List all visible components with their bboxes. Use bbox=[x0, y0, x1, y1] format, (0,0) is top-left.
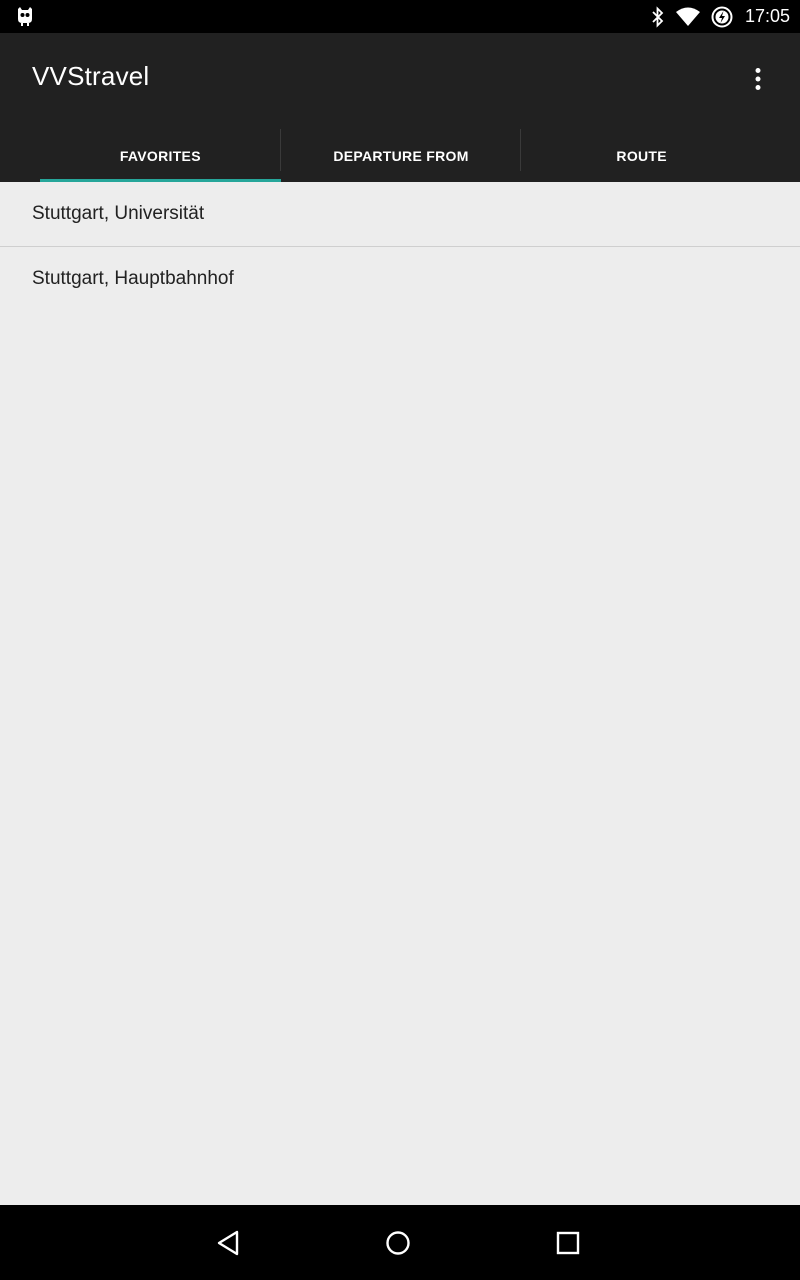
status-time: 17:05 bbox=[744, 6, 790, 26]
tab-departure-from[interactable]: DEPARTURE FROM bbox=[281, 129, 522, 182]
tab-label: FAVORITES bbox=[119, 147, 201, 164]
tab-bar: FAVORITES DEPARTURE FROM ROUTE bbox=[40, 129, 762, 182]
list-item[interactable]: Stuttgart, Universität bbox=[0, 182, 800, 246]
app-title: VVStravel bbox=[32, 61, 150, 91]
battery-charging-icon bbox=[711, 6, 733, 28]
more-options-button[interactable] bbox=[734, 55, 782, 103]
favorite-label: Stuttgart, Universität bbox=[32, 203, 205, 224]
tab-label: DEPARTURE FROM bbox=[333, 147, 469, 164]
back-button[interactable] bbox=[208, 1223, 248, 1263]
home-button[interactable] bbox=[378, 1223, 418, 1263]
cyanogen-bug-icon bbox=[14, 5, 36, 27]
back-icon bbox=[217, 1230, 239, 1256]
bluetooth-icon bbox=[651, 5, 665, 28]
app-bar: VVStravel FAVORITES DEPARTURE FROM ROUTE bbox=[0, 33, 800, 182]
navigation-bar bbox=[0, 1205, 800, 1280]
status-bar: 17:05 bbox=[0, 0, 800, 33]
more-vert-icon bbox=[755, 68, 761, 90]
tab-route[interactable]: ROUTE bbox=[521, 129, 762, 182]
home-icon bbox=[386, 1231, 410, 1255]
tab-label: ROUTE bbox=[616, 147, 667, 164]
recents-icon bbox=[556, 1231, 580, 1255]
screen: 17:05 VVStravel FAVORITES DEPARTURE FROM bbox=[0, 0, 800, 1280]
recents-button[interactable] bbox=[548, 1223, 588, 1263]
list-item[interactable]: Stuttgart, Hauptbahnhof bbox=[0, 247, 800, 311]
favorites-list: Stuttgart, Universität Stuttgart, Hauptb… bbox=[0, 182, 800, 1205]
status-icons: 17:05 bbox=[651, 0, 790, 33]
wifi-icon bbox=[675, 7, 701, 27]
tab-favorites[interactable]: FAVORITES bbox=[40, 129, 281, 182]
favorite-label: Stuttgart, Hauptbahnhof bbox=[32, 268, 234, 289]
